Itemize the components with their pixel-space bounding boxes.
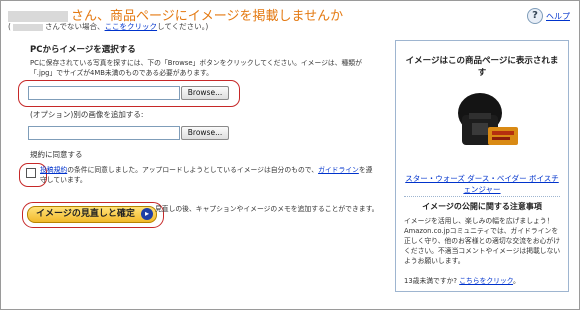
confirm-note: 見直しの後、キャプションやイメージのメモを追加することができます。 bbox=[155, 205, 379, 213]
under-13-link[interactable]: こちらをクリック bbox=[459, 277, 513, 285]
help-question-icon[interactable]: ? bbox=[527, 8, 543, 24]
click-here-link[interactable]: ここをクリック bbox=[105, 22, 158, 31]
upload-instructions: PCに保存されている写真を探すには、下の「Browse」ボタンをクリックしてくだ… bbox=[30, 59, 362, 77]
notice-open-paren: ( bbox=[8, 22, 11, 31]
preview-panel: イメージはこの商品ページに表示されます スター・ウォーズ ダース・ベイダー ボイ… bbox=[395, 40, 569, 292]
review-confirm-button[interactable]: イメージの見直しと確定 ▸ bbox=[27, 206, 157, 223]
product-title-link[interactable]: スター・ウォーズ ダース・ベイダー ボイスチェンジャー bbox=[404, 173, 560, 195]
guidelines-heading: イメージの公開に関する注意事項 bbox=[422, 202, 542, 211]
redacted-username-small bbox=[12, 23, 43, 31]
product-name[interactable]: スター・ウォーズ ダース・ベイダー ボイスチェンジャー bbox=[405, 174, 559, 194]
notice-text: さんでない場合、 bbox=[44, 22, 105, 31]
optional-browse-button[interactable]: Browse... bbox=[181, 126, 229, 140]
under-13-suffix: 。 bbox=[513, 277, 520, 285]
agree-text: 投稿規約の条件に同意しました。アップロードしようとしているイメージは自分のもので… bbox=[40, 165, 375, 185]
arrow-right-icon: ▸ bbox=[141, 208, 153, 220]
preview-title: イメージはこの商品ページに表示されます bbox=[405, 56, 559, 78]
optional-image-heading: (オプション)別の画像を追加する: bbox=[30, 110, 144, 119]
agree-text-part1: の条件に同意しました。アップロードしようとしているイメージは自分のもので、 bbox=[67, 166, 319, 174]
browse-button[interactable]: Browse... bbox=[181, 86, 229, 100]
select-image-heading: PCからイメージを選択する bbox=[30, 45, 136, 55]
sidebar-divider bbox=[404, 196, 560, 197]
not-you-notice: ( さんでない場合、ここをクリックしてください。) bbox=[8, 21, 208, 32]
guidelines-link[interactable]: ガイドライン bbox=[318, 166, 359, 174]
help-label[interactable]: ヘルプ bbox=[546, 11, 570, 22]
under-13-text: 13歳未満ですか? bbox=[404, 277, 460, 285]
agree-heading: 規約に同意する bbox=[30, 150, 83, 159]
notice-suffix: してください。) bbox=[157, 22, 209, 31]
guidelines-text: イメージを活用し、楽しみの幅を広げましょう！Amazon.co.jpコミュニティ… bbox=[404, 217, 561, 265]
confirm-label: イメージの見直しと確定 bbox=[36, 209, 135, 219]
optional-file-input[interactable] bbox=[28, 126, 180, 140]
under-13-notice: 13歳未満ですか? こちらをクリック。 bbox=[404, 276, 562, 286]
product-image[interactable] bbox=[442, 87, 522, 157]
help-link[interactable]: ? ヘルプ bbox=[527, 8, 570, 24]
terms-link[interactable]: 投稿規約 bbox=[40, 166, 67, 174]
agree-checkbox[interactable] bbox=[26, 168, 36, 178]
file-path-input[interactable] bbox=[28, 86, 180, 100]
